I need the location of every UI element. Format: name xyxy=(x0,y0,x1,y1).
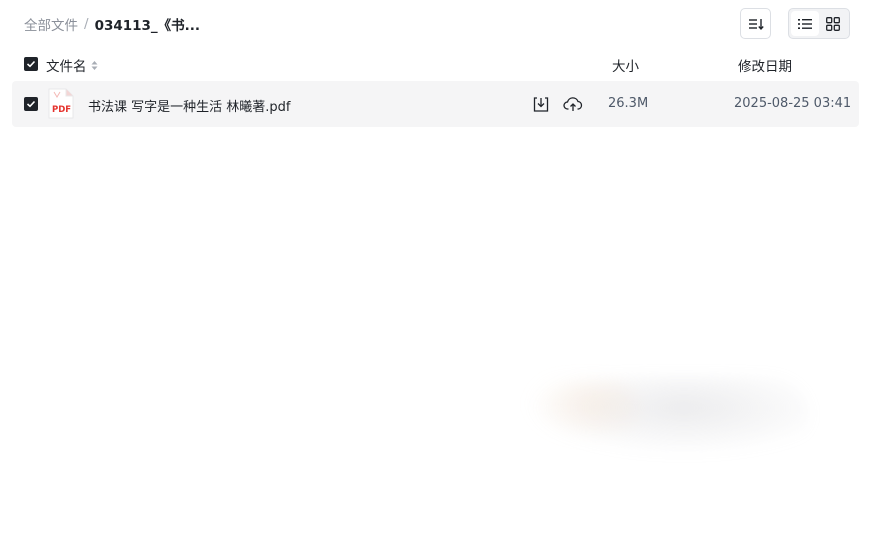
file-modified-date: 2025-08-25 03:41 xyxy=(734,96,852,111)
breadcrumb-separator: / xyxy=(84,16,89,32)
cloud-save-button[interactable] xyxy=(563,95,583,113)
list-view-button[interactable] xyxy=(791,11,819,36)
sort-caret-icon xyxy=(91,60,98,71)
select-all-checkbox[interactable] xyxy=(24,57,38,71)
cloud-upload-icon xyxy=(563,97,583,111)
name-column-header[interactable]: 文件名 xyxy=(46,55,98,75)
download-icon xyxy=(533,97,549,112)
sort-button[interactable] xyxy=(740,8,771,39)
table-row[interactable]: PDF 书法课 写字是一种生活 林曦著.pdf 26.3M 2025-08-25… xyxy=(12,81,859,127)
grid-view-icon xyxy=(826,16,840,31)
decorative-blur xyxy=(530,376,810,456)
row-checkbox[interactable] xyxy=(24,97,38,111)
table-header: 文件名 大小 修改日期 xyxy=(12,48,859,80)
download-button[interactable] xyxy=(532,95,550,113)
breadcrumb: 全部文件 / 034113_《书... xyxy=(24,14,200,34)
size-column-header[interactable]: 大小 xyxy=(612,55,639,75)
checkmark-icon xyxy=(26,100,36,108)
name-column-label: 文件名 xyxy=(46,59,87,75)
file-name[interactable]: 书法课 写字是一种生活 林曦著.pdf xyxy=(88,96,290,115)
breadcrumb-current-folder: 034113_《书... xyxy=(94,18,201,34)
list-view-icon xyxy=(798,18,812,29)
file-browser-page: 全部文件 / 034113_《书... 文件名 大小 修改日期 PDF 书法课 … xyxy=(0,0,874,538)
view-mode-toggle xyxy=(788,8,850,39)
breadcrumb-root-link[interactable]: 全部文件 xyxy=(24,14,78,34)
pdf-file-icon: PDF xyxy=(48,88,74,119)
file-size: 26.3M xyxy=(608,96,649,111)
svg-text:PDF: PDF xyxy=(52,105,71,115)
checkmark-icon xyxy=(26,60,36,68)
date-column-header[interactable]: 修改日期 xyxy=(738,55,792,75)
sort-list-icon xyxy=(748,18,764,30)
grid-view-button[interactable] xyxy=(819,11,847,36)
